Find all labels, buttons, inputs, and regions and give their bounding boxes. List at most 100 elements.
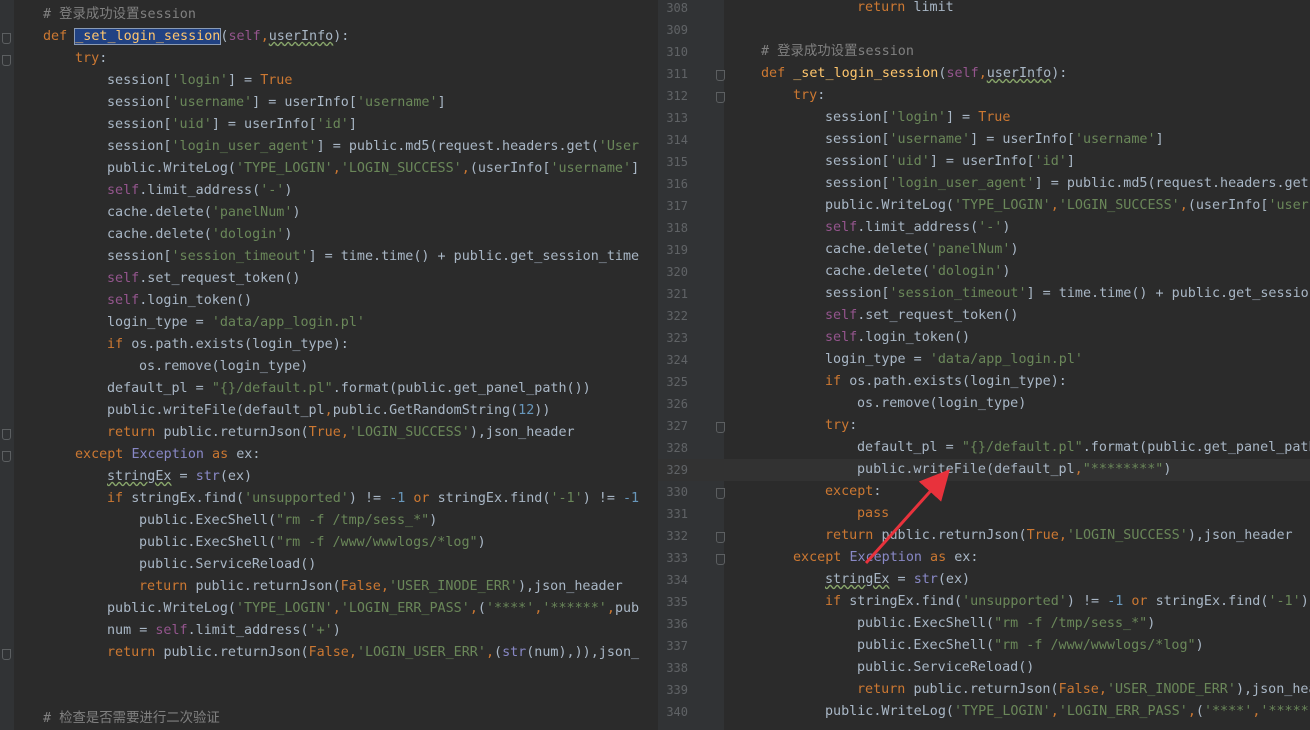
code-line[interactable]: # 登录成功设置session (11, 4, 658, 26)
code-line[interactable]: 336 public.ExecShell("rm -f /tmp/sess_*") (658, 613, 1310, 635)
code-line[interactable]: 308 return limit (658, 0, 1310, 19)
code-line[interactable]: # 检查是否需要进行二次验证 (11, 708, 658, 730)
fold-marker-icon[interactable] (2, 451, 11, 462)
code-line[interactable]: 340 public.WriteLog('TYPE_LOGIN','LOGIN_E… (658, 701, 1310, 723)
code-line[interactable]: public.ExecShell("rm -f /www/wwwlogs/*lo… (11, 532, 658, 554)
fold-marker-icon[interactable] (2, 55, 11, 66)
code-line[interactable]: def _set_login_session(self,userInfo): (11, 26, 658, 48)
code-token: ] = userInfo[ (929, 154, 1035, 169)
code-token: public.WriteLog( (825, 704, 954, 719)
fold-marker-icon[interactable] (2, 649, 11, 660)
code-line[interactable]: session['session_timeout'] = time.time()… (11, 246, 658, 268)
code-line[interactable]: 323 self.login_token() (658, 327, 1310, 349)
code-token: ) (284, 227, 293, 242)
code-line[interactable]: return public.returnJson(False,'LOGIN_US… (11, 642, 658, 664)
code-token: stringEx (825, 572, 890, 587)
code-line[interactable]: 325 if os.path.exists(login_type): (658, 371, 1310, 393)
code-line[interactable]: return public.returnJson(False,'USER_INO… (11, 576, 658, 598)
code-line[interactable]: 335 if stringEx.find('unsupported') != -1… (658, 591, 1310, 613)
code-line[interactable]: 327 try: (658, 415, 1310, 437)
right-code-area[interactable]: 308 return limit 309 310 # 登录成功设置session 311 d… (658, 0, 1310, 723)
code-token: ] = userInfo[ (970, 132, 1075, 147)
left-code-area[interactable]: # 登录成功设置session def _set_login_session(se… (11, 4, 658, 730)
code-line[interactable] (11, 664, 658, 686)
code-text: public.ExecShell("rm -f /www/wwwlogs/*lo… (11, 532, 486, 554)
code-line[interactable]: 317 public.WriteLog('TYPE_LOGIN','LOGIN_S… (658, 195, 1310, 217)
code-line[interactable]: return public.returnJson(True,'LOGIN_SUC… (11, 422, 658, 444)
code-line[interactable]: 312 try: (658, 85, 1310, 107)
code-line[interactable]: 324 login_type = 'data/app_login.pl' (658, 349, 1310, 371)
left-editor-pane[interactable]: # 登录成功设置session def _set_login_session(se… (0, 0, 658, 730)
code-line[interactable]: 331 pass (658, 503, 1310, 525)
fold-marker-icon[interactable] (2, 33, 11, 44)
code-text: cache.delete('dologin') (11, 224, 292, 246)
code-line[interactable]: 326 os.remove(login_type) (658, 393, 1310, 415)
code-token: 'id' (316, 117, 349, 132)
code-line[interactable]: self.limit_address('-') (11, 180, 658, 202)
pane-splitter[interactable] (640, 0, 658, 730)
code-line[interactable]: try: (11, 48, 658, 70)
code-line[interactable]: 321 session['session_timeout'] = time.tim… (658, 283, 1310, 305)
code-line[interactable]: 330 except: (658, 481, 1310, 503)
code-line[interactable]: os.remove(login_type) (11, 356, 658, 378)
code-line[interactable]: if stringEx.find('unsupported') != -1 or… (11, 488, 658, 510)
code-token: stringEx.find( (1155, 594, 1269, 609)
code-line[interactable]: 328 default_pl = "{}/default.pl".format(p… (658, 437, 1310, 459)
code-token: , (332, 161, 341, 176)
code-line[interactable]: 337 public.ExecShell("rm -f /www/wwwlogs/… (658, 635, 1310, 657)
code-token: self (825, 308, 858, 323)
code-token: 'uid' (171, 117, 212, 132)
code-line[interactable]: 309 (658, 19, 1310, 41)
code-text: if stringEx.find('unsupported') != -1 or… (11, 488, 647, 510)
code-line[interactable]: login_type = 'data/app_login.pl' (11, 312, 658, 334)
code-line[interactable]: 318 self.limit_address('-') (658, 217, 1310, 239)
code-line[interactable]: 322 self.set_request_token() (658, 305, 1310, 327)
code-line[interactable]: session['login'] = True (11, 70, 658, 92)
code-token: 'dologin' (929, 264, 1003, 279)
code-line[interactable]: 319 cache.delete('panelNum') (658, 239, 1310, 261)
code-line[interactable]: 334 stringEx = str(ex) (658, 569, 1310, 591)
code-token: session[ (825, 176, 890, 191)
code-token: , (348, 645, 357, 660)
code-line[interactable]: cache.delete('dologin') (11, 224, 658, 246)
code-line[interactable]: 333 except Exception as ex: (658, 547, 1310, 569)
fold-marker-icon[interactable] (2, 429, 11, 440)
code-line[interactable]: 315 session['uid'] = userInfo['id'] (658, 151, 1310, 173)
code-token: limit (913, 0, 954, 15)
code-line[interactable]: 310 # 登录成功设置session (658, 41, 1310, 63)
code-line[interactable]: 320 cache.delete('dologin') (658, 261, 1310, 283)
code-line[interactable]: cache.delete('panelNum') (11, 202, 658, 224)
code-line[interactable]: 339 return public.returnJson(False,'USER_… (658, 679, 1310, 701)
code-line[interactable]: 329 public.writeFile(default_pl,"********… (658, 459, 1310, 481)
code-line[interactable]: 316 session['login_user_agent'] = public.… (658, 173, 1310, 195)
code-line[interactable]: 332 return public.returnJson(True,'LOGIN_… (658, 525, 1310, 547)
code-line[interactable]: 314 session['username'] = userInfo['usern… (658, 129, 1310, 151)
code-line[interactable]: session['uid'] = userInfo['id'] (11, 114, 658, 136)
code-line[interactable]: if os.path.exists(login_type): (11, 334, 658, 356)
right-editor-pane[interactable]: 308 return limit 309 310 # 登录成功设置session 311 d… (658, 0, 1310, 730)
code-text: public.writeFile(default_pl,public.GetRa… (11, 400, 550, 422)
code-line[interactable] (11, 686, 658, 708)
code-line[interactable]: public.writeFile(default_pl,public.GetRa… (11, 400, 658, 422)
code-line[interactable]: default_pl = "{}/default.pl".format(publ… (11, 378, 658, 400)
code-token: "{}/default.pl" (211, 381, 333, 396)
code-line[interactable]: 338 public.ServiceReload() (658, 657, 1310, 679)
code-token: # 检查是否需要进行二次验证 (43, 711, 220, 726)
code-line[interactable]: public.WriteLog('TYPE_LOGIN','LOGIN_SUCC… (11, 158, 658, 180)
code-line[interactable]: self.login_token() (11, 290, 658, 312)
code-line[interactable]: public.WriteLog('TYPE_LOGIN','LOGIN_ERR_… (11, 598, 658, 620)
code-line[interactable]: stringEx = str(ex) (11, 466, 658, 488)
code-line[interactable]: session['login_user_agent'] = public.md5… (11, 136, 658, 158)
code-line[interactable]: public.ServiceReload() (11, 554, 658, 576)
code-line[interactable]: session['username'] = userInfo['username… (11, 92, 658, 114)
code-line[interactable]: num = self.limit_address('+') (11, 620, 658, 642)
code-line[interactable]: public.ExecShell("rm -f /tmp/sess_*") (11, 510, 658, 532)
code-line[interactable]: 313 session['login'] = True (658, 107, 1310, 129)
code-token: or (1123, 594, 1156, 609)
code-line[interactable]: 311 def _set_login_session(self,userInfo)… (658, 63, 1310, 85)
code-token: try (75, 51, 100, 66)
code-line[interactable]: except Exception as ex: (11, 444, 658, 466)
code-text: public.WriteLog('TYPE_LOGIN','LOGIN_ERR_… (825, 701, 1310, 723)
code-token: ] = (227, 73, 261, 88)
code-line[interactable]: self.set_request_token() (11, 268, 658, 290)
